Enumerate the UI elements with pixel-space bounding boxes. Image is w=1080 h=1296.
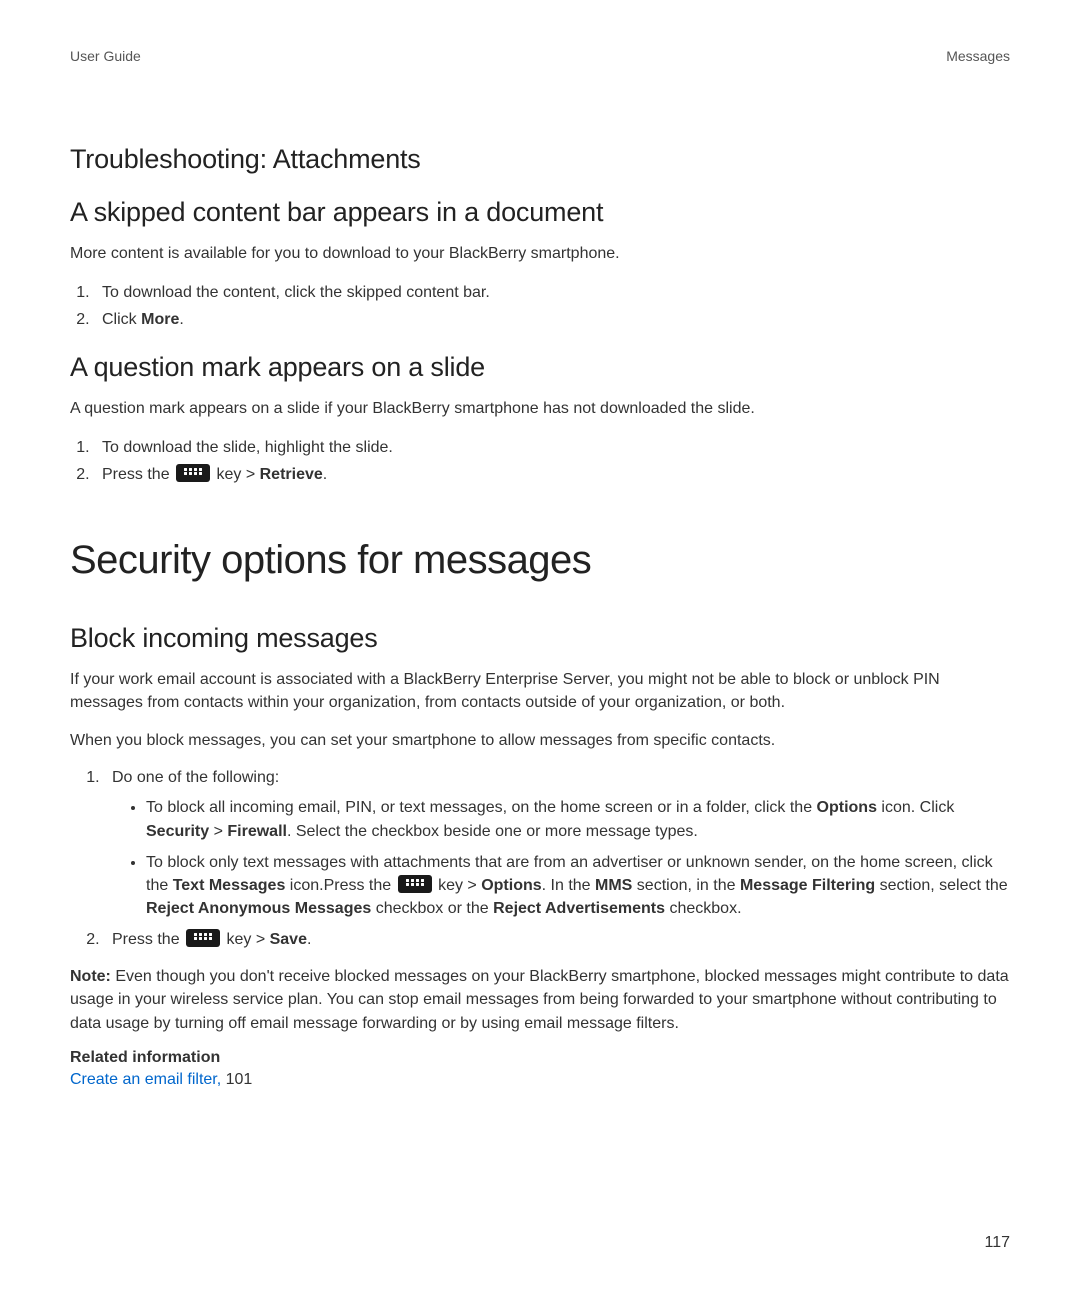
step-text: Do one of the following: xyxy=(112,769,279,786)
header-left: User Guide xyxy=(70,48,141,64)
text: > xyxy=(209,823,227,840)
subsection-heading-skipped-bar: A skipped content bar appears in a docum… xyxy=(70,197,1010,228)
text: key > xyxy=(434,877,482,894)
list-item: Press the key > Retrieve. xyxy=(94,461,1010,488)
text: checkbox. xyxy=(665,900,741,917)
step-text: To download the content, click the skipp… xyxy=(102,284,490,301)
ui-label-mms: MMS xyxy=(595,877,632,894)
link-create-email-filter[interactable]: Create an email filter, xyxy=(70,1071,226,1088)
text: icon. Click xyxy=(877,799,954,816)
document-page: User Guide Messages Troubleshooting: Att… xyxy=(0,0,1080,1296)
ui-label-retrieve: Retrieve xyxy=(260,466,323,483)
list-item: Press the key > Save. xyxy=(104,928,1010,953)
step-text: . xyxy=(307,931,311,948)
related-link-row: Create an email filter, 101 xyxy=(70,1071,1010,1089)
text: To block all incoming email, PIN, or tex… xyxy=(146,799,817,816)
text: section, in the xyxy=(632,877,740,894)
subsection-heading-block-incoming: Block incoming messages xyxy=(70,623,1010,654)
paragraph: When you block messages, you can set you… xyxy=(70,729,1010,752)
ui-label-options: Options xyxy=(817,799,877,816)
note-label: Note: xyxy=(70,968,115,985)
blackberry-key-icon xyxy=(398,875,432,893)
ui-label-firewall: Firewall xyxy=(227,823,287,840)
paragraph: More content is available for you to dow… xyxy=(70,242,1010,265)
link-page-ref: 101 xyxy=(226,1071,253,1088)
ordered-list: Do one of the following: To block all in… xyxy=(70,766,1010,954)
step-text: Click xyxy=(102,311,141,328)
ui-label-save: Save xyxy=(270,931,307,948)
note-text: Even though you don't receive blocked me… xyxy=(70,968,1009,1031)
text: . Select the checkbox beside one or more… xyxy=(287,823,698,840)
text: icon.Press the xyxy=(285,877,395,894)
list-item: To block only text messages with attachm… xyxy=(146,851,1010,921)
step-text: Press the xyxy=(102,466,174,483)
paragraph: If your work email account is associated… xyxy=(70,668,1010,714)
page-number: 117 xyxy=(984,1234,1010,1252)
step-text: key > xyxy=(212,466,260,483)
blackberry-key-icon xyxy=(186,929,220,947)
step-text: key > xyxy=(222,931,270,948)
list-item: To download the content, click the skipp… xyxy=(94,279,1010,306)
list-item: To block all incoming email, PIN, or tex… xyxy=(146,796,1010,842)
step-text: Press the xyxy=(112,931,184,948)
ordered-list: To download the content, click the skipp… xyxy=(70,279,1010,333)
step-text: . xyxy=(179,311,183,328)
list-item: To download the slide, highlight the sli… xyxy=(94,434,1010,461)
related-info-heading: Related information xyxy=(70,1049,1010,1067)
note-paragraph: Note: Even though you don't receive bloc… xyxy=(70,965,1010,1035)
ui-label-more: More xyxy=(141,311,179,328)
header-right: Messages xyxy=(946,48,1010,64)
ui-label-reject-ads: Reject Advertisements xyxy=(493,900,665,917)
ui-label-text-messages: Text Messages xyxy=(173,877,286,894)
paragraph: A question mark appears on a slide if yo… xyxy=(70,397,1010,420)
bullet-list: To block all incoming email, PIN, or tex… xyxy=(112,796,1010,920)
section-heading-security-options: Security options for messages xyxy=(70,538,1010,583)
page-header: User Guide Messages xyxy=(70,48,1010,64)
list-item: Do one of the following: To block all in… xyxy=(104,766,1010,921)
text: checkbox or the xyxy=(371,900,493,917)
step-text: . xyxy=(323,466,327,483)
text: . In the xyxy=(542,877,595,894)
ui-label-options: Options xyxy=(481,877,541,894)
text: section, select the xyxy=(875,877,1008,894)
ui-label-message-filtering: Message Filtering xyxy=(740,877,875,894)
ui-label-security: Security xyxy=(146,823,209,840)
step-text: To download the slide, highlight the sli… xyxy=(102,439,393,456)
list-item: Click More. xyxy=(94,306,1010,333)
ui-label-reject-anonymous: Reject Anonymous Messages xyxy=(146,900,371,917)
subsection-heading-question-mark: A question mark appears on a slide xyxy=(70,352,1010,383)
section-heading-troubleshooting: Troubleshooting: Attachments xyxy=(70,144,1010,175)
blackberry-key-icon xyxy=(176,464,210,482)
ordered-list: To download the slide, highlight the sli… xyxy=(70,434,1010,488)
